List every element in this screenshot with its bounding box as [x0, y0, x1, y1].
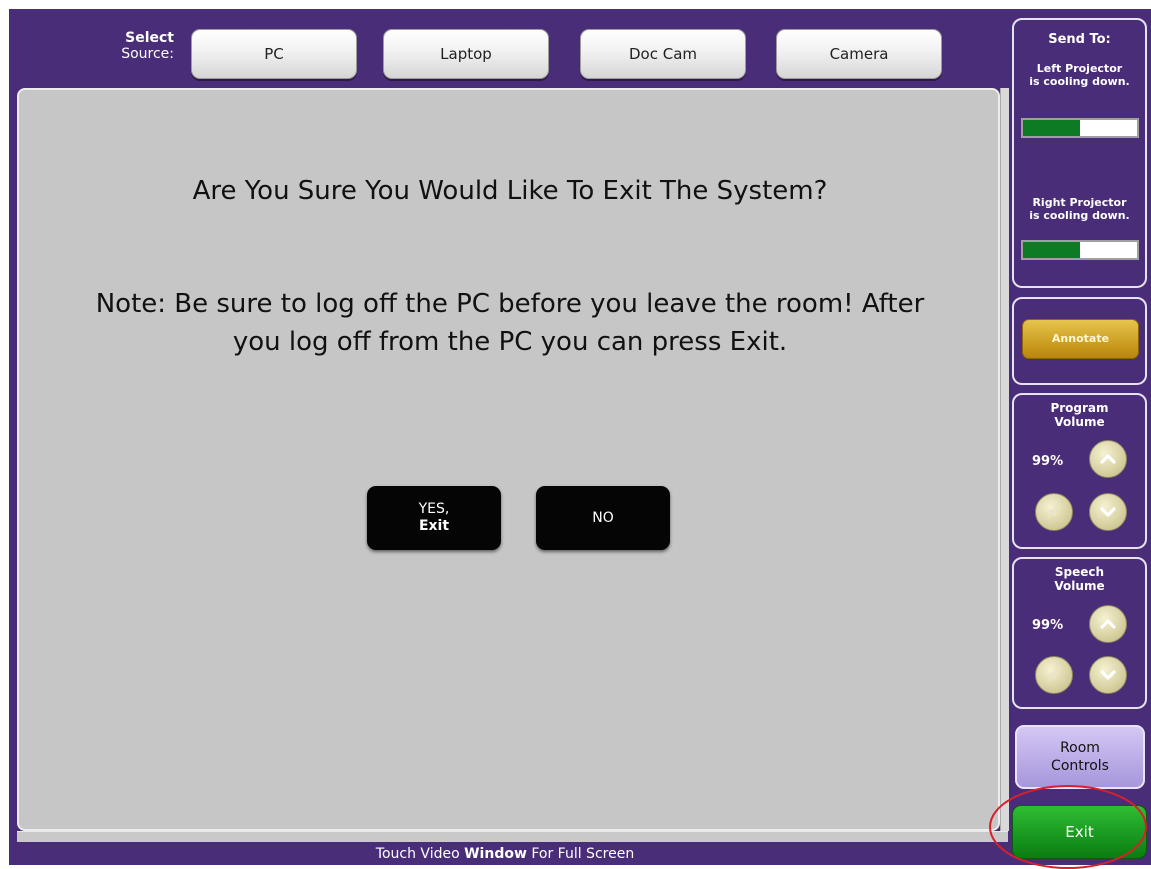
speech-volume-mute-button[interactable] — [1035, 656, 1073, 694]
send-to-panel: Send To: Left Projector is cooling down.… — [1012, 18, 1147, 288]
left-projector-meter — [1021, 118, 1139, 138]
program-volume-title-2: Volume — [1054, 415, 1105, 429]
left-status-line1: Left Projector — [1036, 62, 1123, 75]
program-volume-up-button[interactable] — [1089, 440, 1127, 478]
room-controls-line2: Controls — [1051, 758, 1109, 774]
room-controls-button[interactable]: Room Controls — [1015, 725, 1145, 789]
hint-part1: Touch Video — [375, 846, 465, 862]
source-button-doc-cam[interactable]: Doc Cam — [580, 29, 746, 79]
video-window-bottom-strip — [17, 831, 1008, 842]
source-button-pc[interactable]: PC — [191, 29, 357, 79]
speaker-mute-icon — [1047, 668, 1061, 682]
speech-volume-title-2: Volume — [1054, 579, 1105, 593]
no-label: NO — [592, 510, 614, 526]
chevron-down-icon — [1100, 670, 1116, 680]
full-screen-hint: Touch Video Window For Full Screen — [0, 846, 1010, 862]
send-to-title: Send To: — [1048, 32, 1111, 47]
right-status-line1: Right Projector — [1032, 196, 1127, 209]
speech-volume-down-button[interactable] — [1089, 656, 1127, 694]
left-projector-meter-fill — [1023, 120, 1080, 136]
room-controls-line1: Room — [1060, 740, 1100, 756]
speech-volume-title-1: Speech — [1054, 565, 1105, 579]
left-projector-status: Left Projector is cooling down. — [1014, 62, 1145, 88]
speech-volume-panel: Speech Volume 99% — [1012, 557, 1147, 709]
yes-exit-button[interactable]: YES, Exit — [367, 486, 501, 550]
select-label-line2: Source: — [121, 46, 174, 62]
right-status-line2: is cooling down. — [1029, 209, 1130, 222]
chevron-up-icon — [1100, 619, 1116, 629]
annotate-button[interactable]: Annotate — [1022, 319, 1139, 359]
exit-label: Exit — [418, 518, 450, 534]
right-projector-meter — [1021, 240, 1139, 260]
chevron-up-icon — [1100, 454, 1116, 464]
speech-volume-title: Speech Volume — [1014, 565, 1145, 593]
program-volume-title: Program Volume — [1014, 401, 1145, 429]
program-volume-title-1: Program — [1050, 401, 1109, 415]
right-projector-status: Right Projector is cooling down. — [1014, 196, 1145, 222]
source-button-camera[interactable]: Camera — [776, 29, 942, 79]
speech-volume-value: 99% — [1032, 618, 1064, 633]
source-button-laptop[interactable]: Laptop — [383, 29, 549, 79]
chevron-down-icon — [1100, 507, 1116, 517]
exit-button[interactable]: Exit — [1012, 805, 1147, 859]
program-volume-mute-button[interactable] — [1035, 493, 1073, 531]
video-window-edge — [1000, 88, 1009, 831]
hint-part2: For Full Screen — [526, 846, 635, 862]
logoff-note: Note: Be sure to log off the PC before y… — [95, 289, 925, 357]
right-projector-meter-fill — [1023, 242, 1080, 258]
yes-label: YES, — [418, 501, 450, 517]
left-status-line2: is cooling down. — [1029, 75, 1130, 88]
no-button[interactable]: NO — [536, 486, 670, 550]
program-volume-down-button[interactable] — [1089, 493, 1127, 531]
speaker-mute-icon — [1047, 505, 1061, 519]
hint-bold: Window — [464, 846, 527, 862]
annotate-panel: Annotate — [1012, 297, 1147, 385]
select-label-line1: Select — [125, 30, 174, 46]
speech-volume-up-button[interactable] — [1089, 605, 1127, 643]
program-volume-panel: Program Volume 99% — [1012, 393, 1147, 549]
program-volume-value: 99% — [1032, 454, 1064, 469]
exit-confirm-question: Are You Sure You Would Like To Exit The … — [192, 176, 828, 206]
select-source-label: Select Source: — [96, 30, 174, 62]
